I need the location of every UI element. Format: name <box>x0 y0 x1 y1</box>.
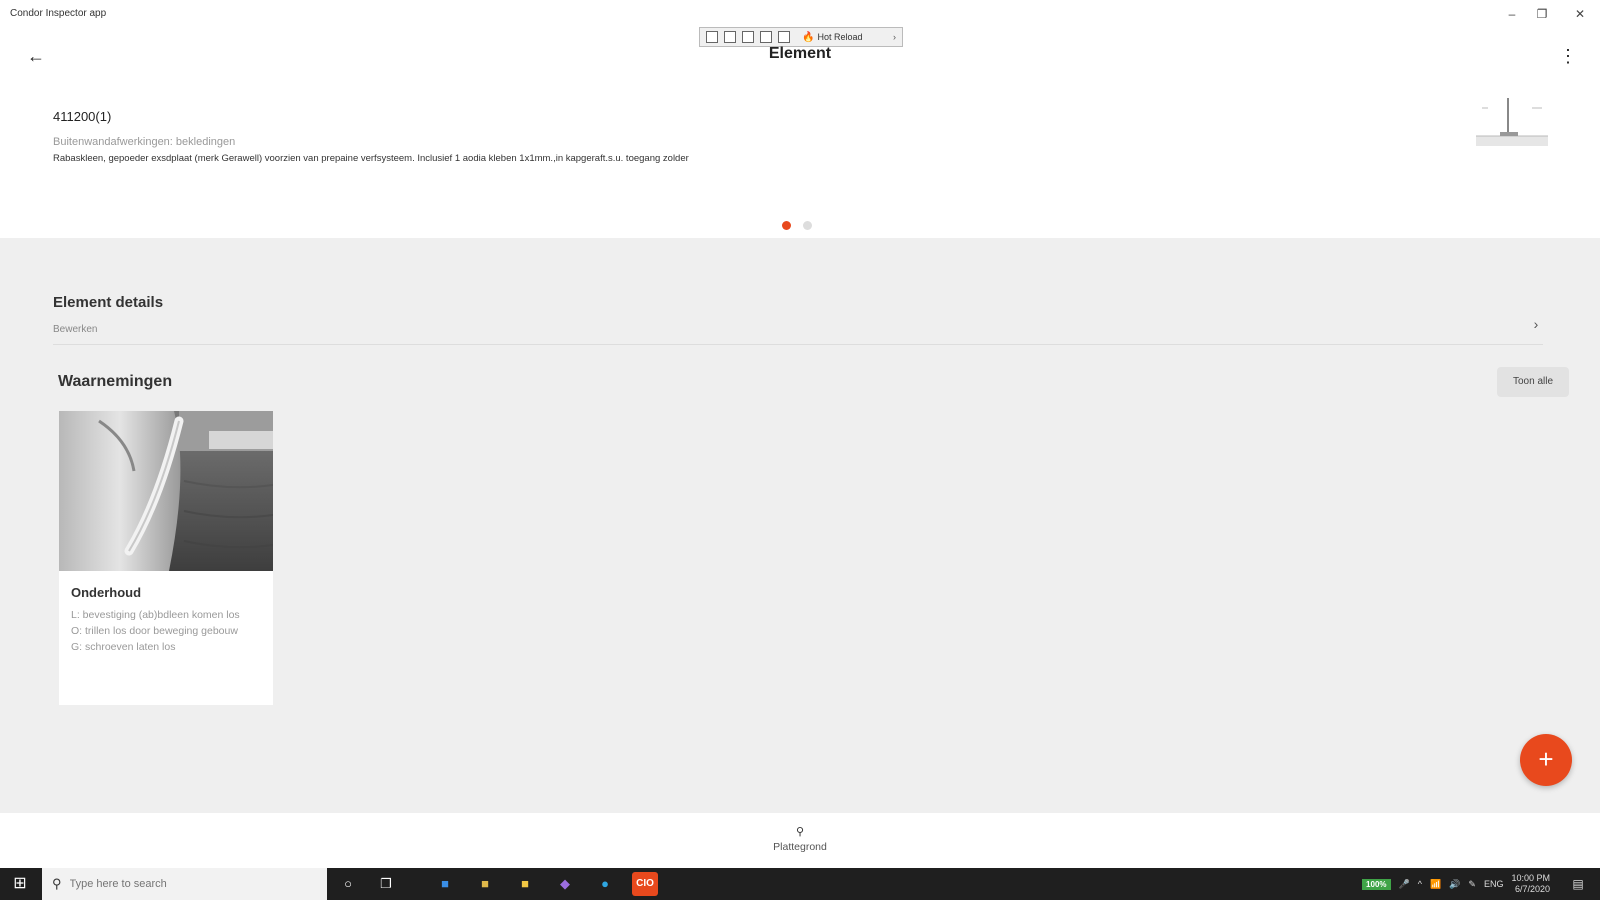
windows-taskbar: ⊞ ⚲ ○ ❐ ■ ■ ■ ◆ ● CIO 100% 🎤 ^ 📶 🔊 ✎ ENG… <box>0 868 1600 900</box>
select-element-icon[interactable] <box>706 31 718 43</box>
close-button[interactable]: ✕ <box>1568 4 1592 24</box>
observation-card[interactable]: Onderhoud L: bevestiging (ab)bdleen kome… <box>59 411 274 705</box>
debug-toolbar: 🔥 Hot Reload › <box>699 27 903 47</box>
condor-app-icon[interactable]: CIO <box>632 872 658 896</box>
more-options-icon[interactable]: ⋮ <box>1556 44 1580 68</box>
add-observation-button[interactable]: + <box>1520 734 1572 786</box>
chevron-right-icon: › <box>1533 316 1539 332</box>
debug-toolbar-collapse-icon[interactable]: › <box>893 32 896 42</box>
hot-reload-label: Hot Reload <box>817 32 863 42</box>
carousel-dot-1[interactable] <box>782 221 791 230</box>
display-adorners-icon[interactable] <box>724 31 736 43</box>
element-details-subtitle: Bewerken <box>53 324 98 335</box>
element-description: Rabaskleen, gepoeder exsdplaat (merk Ger… <box>53 153 689 164</box>
start-button[interactable]: ⊞ <box>0 868 40 900</box>
hot-reload-button[interactable]: 🔥 Hot Reload <box>802 32 862 43</box>
carousel-dot-2[interactable] <box>803 221 812 230</box>
window-titlebar: Condor Inspector app – ❐ ✕ <box>0 0 1600 28</box>
volume-icon[interactable]: 🔊 <box>1449 879 1460 890</box>
battery-icon[interactable]: 100% <box>1362 878 1391 890</box>
file-explorer-icon[interactable]: ■ <box>512 872 538 896</box>
chevron-up-icon[interactable]: ^ <box>1418 879 1422 889</box>
taskbar-search-input[interactable] <box>69 878 310 890</box>
observation-card-title: Onderhoud <box>71 585 142 600</box>
outlook-icon[interactable]: ■ <box>432 872 458 896</box>
carousel-indicator <box>782 221 812 230</box>
restore-button[interactable]: ❐ <box>1530 4 1554 24</box>
task-view-icon[interactable]: ❐ <box>373 872 399 896</box>
bottom-navigation: ⚲ Plattegrond <box>0 813 1600 868</box>
cortana-icon[interactable]: ○ <box>335 872 361 896</box>
element-details-title: Element details <box>53 294 164 311</box>
taskbar-search[interactable]: ⚲ <box>42 868 327 900</box>
observation-line: L: bevestiging (ab)bdleen komen los <box>71 609 240 621</box>
people-icon[interactable]: ■ <box>472 872 498 896</box>
binding-failures-icon[interactable] <box>778 31 790 43</box>
edge-icon[interactable]: ● <box>592 872 618 896</box>
layout-adorners-icon[interactable] <box>760 31 772 43</box>
clock[interactable]: 10:00 PM 6/7/2020 <box>1511 873 1550 895</box>
minimize-button[interactable]: – <box>1500 4 1524 24</box>
show-all-button[interactable]: Toon alle <box>1497 367 1569 397</box>
language-indicator[interactable]: ENG <box>1484 879 1504 889</box>
nav-item-plattegrond[interactable]: ⚲ Plattegrond <box>760 825 840 853</box>
observation-card-lines: L: bevestiging (ab)bdleen komen los O: t… <box>71 607 265 655</box>
element-category: Buitenwandafwerkingen: bekledingen <box>53 136 236 148</box>
element-code: 411200(1) <box>53 109 112 124</box>
clock-date: 6/7/2020 <box>1514 884 1550 894</box>
observation-line: G: schroeven laten los <box>71 641 176 653</box>
microphone-icon[interactable]: 🎤 <box>1399 879 1410 890</box>
location-pin-icon: ⚲ <box>795 826 805 838</box>
system-tray: 100% 🎤 ^ 📶 🔊 ✎ ENG 10:00 PM 6/7/2020 <box>1362 868 1550 900</box>
track-focus-icon[interactable] <box>742 31 754 43</box>
network-icon[interactable]: 📶 <box>1430 879 1441 890</box>
content-area: Element details Bewerken › Waarnemingen … <box>0 238 1600 813</box>
observation-line: O: trillen los door beweging gebouw <box>71 625 238 637</box>
observations-title: Waarnemingen <box>58 373 173 390</box>
divider <box>53 344 1543 345</box>
clock-time: 10:00 PM <box>1511 873 1550 883</box>
notifications-icon[interactable]: ▤ <box>1568 874 1588 894</box>
element-diagram-thumbnail[interactable] <box>1476 92 1548 152</box>
window-title: Condor Inspector app <box>10 8 107 19</box>
page-title: Element <box>768 45 832 62</box>
search-icon: ⚲ <box>52 876 62 891</box>
nav-label: Plattegrond <box>773 841 827 853</box>
visual-studio-icon[interactable]: ◆ <box>552 872 578 896</box>
hot-reload-icon: 🔥 <box>802 31 815 43</box>
observation-photo <box>59 411 274 571</box>
pen-icon[interactable]: ✎ <box>1468 879 1476 890</box>
